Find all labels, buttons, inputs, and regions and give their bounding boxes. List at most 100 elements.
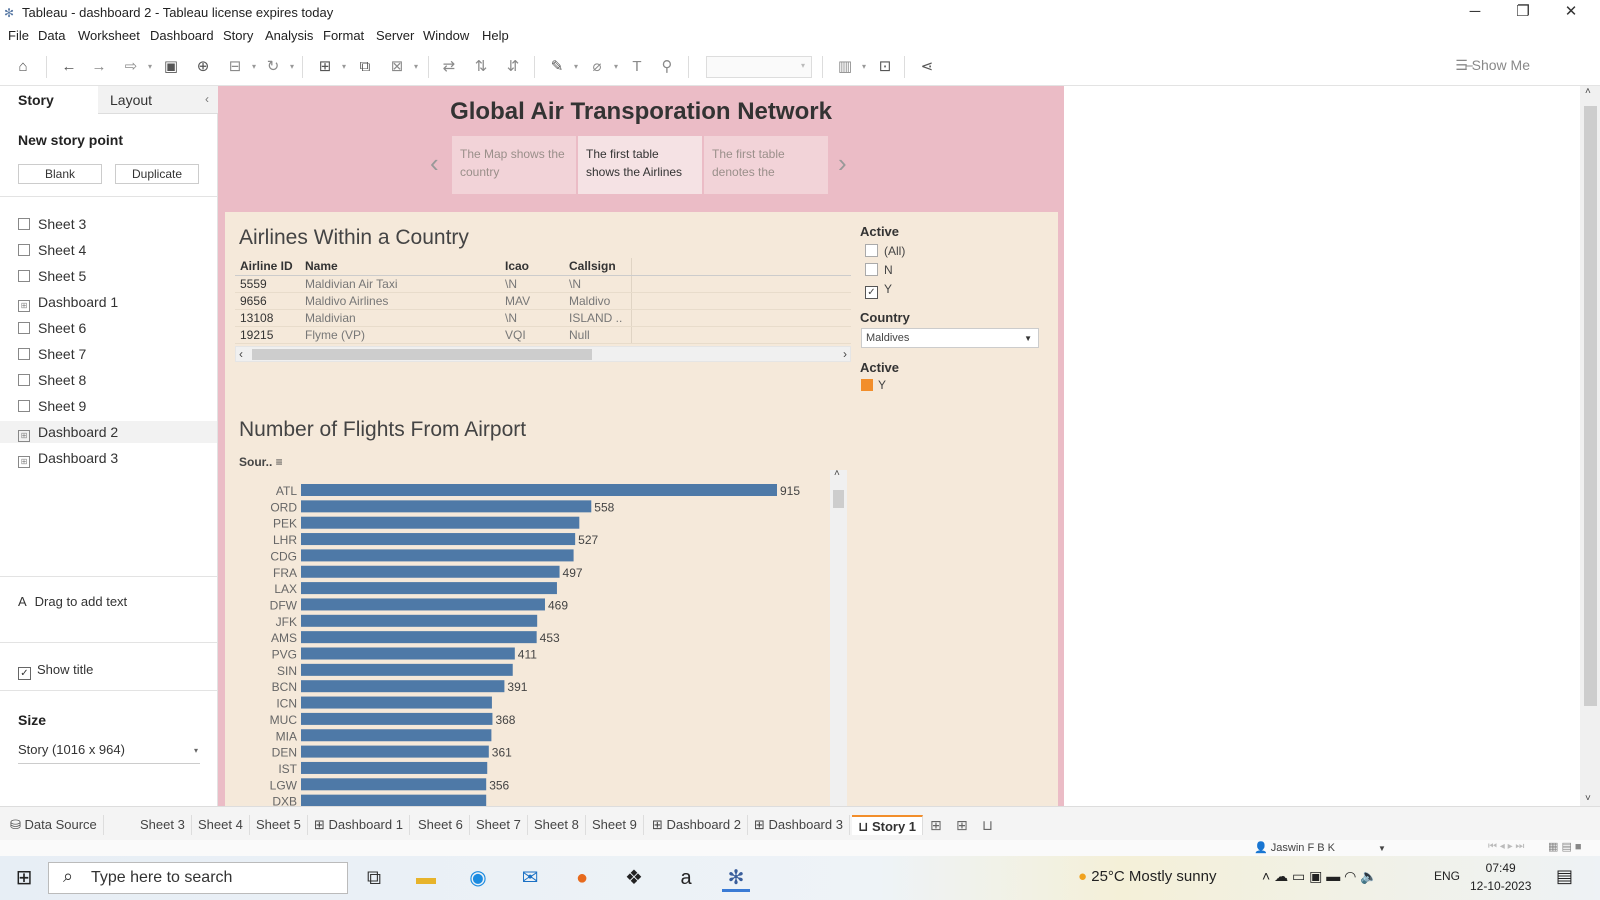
bar[interactable] [301, 500, 592, 513]
table-row[interactable]: 5559 Maldivian Air Taxi \N \N [235, 276, 851, 293]
story-point-1[interactable]: The Map shows the country [452, 136, 576, 194]
tab-layout[interactable]: Layout [98, 86, 218, 114]
clear-sheet-icon[interactable]: ⊠ [386, 57, 408, 77]
notifications-icon[interactable]: ▤ [1556, 866, 1573, 887]
tab-story-1[interactable]: ⊔ Story 1 [852, 815, 924, 835]
sheet-item-sheet-4[interactable]: Sheet 4 [18, 239, 86, 261]
previous-story-point-icon[interactable]: ‹ [430, 148, 439, 179]
view-mode-icons[interactable]: ▦ ▤ ■ [1548, 840, 1582, 853]
menu-worksheet[interactable]: Worksheet [78, 28, 140, 43]
sheet-item-sheet-7[interactable]: Sheet 7 [18, 343, 86, 365]
bar[interactable] [301, 549, 574, 562]
firefox-icon[interactable]: ● [568, 864, 596, 892]
scroll-thumb[interactable] [1584, 106, 1597, 706]
task-view-icon[interactable]: ⧉ [360, 864, 388, 892]
new-dashboard-icon[interactable]: ⊞ [956, 817, 968, 834]
windows-start-icon[interactable]: ⊞ [10, 864, 38, 892]
bar[interactable] [301, 598, 545, 611]
bar[interactable] [301, 663, 513, 676]
table-horizontal-scrollbar[interactable]: ‹ › [235, 346, 851, 362]
table-row[interactable]: 19215 Flyme (VP) VQI Null [235, 327, 851, 344]
share-icon[interactable]: ⋖ [916, 57, 938, 77]
bar[interactable] [301, 614, 538, 627]
clock[interactable]: 07:49 12-10-2023 [1470, 859, 1531, 895]
sheet-item-dashboard-2[interactable]: ⊞ Dashboard 2 [0, 421, 217, 443]
menu-analysis[interactable]: Analysis [265, 28, 313, 43]
tab-sheet-8[interactable]: Sheet 8 [528, 815, 586, 835]
table-row[interactable]: 13108 Maldivian \N ISLAND .. [235, 310, 851, 327]
col-callsign[interactable]: Callsign [569, 259, 616, 273]
user-menu[interactable]: 👤 Jaswin F B K ▼ [1254, 841, 1386, 854]
filter-option-n[interactable]: N [865, 263, 893, 277]
labels-icon[interactable]: T [626, 57, 648, 77]
pin-icon[interactable]: ⚲ [656, 57, 678, 77]
sheet-item-sheet-5[interactable]: Sheet 5 [18, 265, 86, 287]
bar[interactable] [301, 565, 560, 578]
swap-icon[interactable]: ⇄ [438, 57, 460, 77]
menu-data[interactable]: Data [38, 28, 65, 43]
blank-button[interactable]: Blank [18, 164, 102, 184]
new-datasource-icon[interactable]: ⊕ [192, 57, 214, 77]
chart-vertical-scrollbar[interactable]: ˄ [830, 468, 847, 806]
tab-sheet-4[interactable]: Sheet 4 [192, 815, 250, 835]
sheet-item-dashboard-3[interactable]: ⊞ Dashboard 3 [18, 447, 118, 469]
scroll-up-icon[interactable]: ˄ [1585, 86, 1591, 97]
maximize-button[interactable]: ❐ [1500, 0, 1546, 26]
filter-option-all[interactable]: (All) [865, 244, 905, 258]
bar[interactable] [301, 533, 576, 546]
menu-dashboard[interactable]: Dashboard [150, 28, 214, 43]
country-dropdown[interactable]: Maldives ▼ [861, 328, 1039, 348]
sheet-item-sheet-6[interactable]: Sheet 6 [18, 317, 86, 339]
scroll-up-icon[interactable]: ˄ [834, 468, 840, 479]
scroll-thumb[interactable] [252, 349, 592, 360]
menu-story[interactable]: Story [223, 28, 253, 43]
col-airline-id[interactable]: Airline ID [240, 259, 293, 273]
scroll-thumb[interactable] [833, 490, 844, 508]
tab-dashboard-3[interactable]: ⊞ Dashboard 3 [748, 815, 850, 835]
tab-sheet-9[interactable]: Sheet 9 [586, 815, 644, 835]
bar[interactable] [301, 582, 557, 595]
col-icao[interactable]: Icao [505, 259, 529, 273]
legend-item-y[interactable]: Y [861, 378, 886, 392]
chart-type-icon[interactable]: ▥ [834, 57, 856, 77]
size-dropdown[interactable]: Story (1016 x 964) ▾ [18, 742, 200, 764]
dropbox-icon[interactable]: ❖ [620, 864, 648, 892]
highlight-icon[interactable]: ✎ [546, 57, 568, 77]
col-name[interactable]: Name [305, 259, 338, 273]
scroll-down-icon[interactable]: ˅ [1585, 793, 1591, 804]
presentation-icon[interactable]: ⊡ [874, 57, 896, 77]
fit-dropdown[interactable]: ▾ [706, 56, 812, 78]
next-story-point-icon[interactable]: › [838, 148, 847, 179]
menu-window[interactable]: Window [423, 28, 469, 43]
sheet-item-sheet-8[interactable]: Sheet 8 [18, 369, 86, 391]
tab-sheet-3[interactable]: Sheet 3 [134, 815, 192, 835]
scroll-right-icon[interactable]: › [843, 347, 847, 361]
show-title-checkbox[interactable]: ✓ Show title [18, 662, 93, 680]
drag-to-add-text[interactable]: A Drag to add text [18, 594, 127, 609]
menu-file[interactable]: File [8, 28, 29, 43]
menu-help[interactable]: Help [482, 28, 509, 43]
redo-icon[interactable]: → [88, 57, 110, 77]
menu-format[interactable]: Format [323, 28, 364, 43]
tableau-taskbar-icon[interactable]: ✻ [722, 864, 750, 892]
bar[interactable] [301, 631, 537, 644]
duplicate-sheet-icon[interactable]: ⧉ [354, 57, 376, 77]
taskbar-search-input[interactable]: ⌕ Type here to search [48, 862, 348, 894]
close-button[interactable]: ✕ [1548, 0, 1594, 26]
bar[interactable] [301, 696, 492, 709]
bar[interactable] [301, 794, 487, 806]
bar[interactable] [301, 778, 487, 791]
tab-sheet-5[interactable]: Sheet 5 [250, 815, 308, 835]
bar[interactable] [301, 761, 488, 774]
group-icon[interactable]: ⌀ [586, 57, 608, 77]
collapse-panel-icon[interactable]: ‹ [205, 92, 209, 106]
tab-sheet-6[interactable]: Sheet 6 [412, 815, 470, 835]
sort-asc-icon[interactable]: ⇅ [470, 57, 492, 77]
duplicate-button[interactable]: Duplicate [115, 164, 199, 184]
bar[interactable] [301, 516, 580, 529]
navigation-arrows-icon[interactable]: ⏮ ◂ ▸ ⏭ [1488, 841, 1524, 852]
refresh-icon[interactable]: ↻ [262, 57, 284, 77]
edge-icon[interactable]: ◉ [464, 864, 492, 892]
bar[interactable] [301, 647, 515, 660]
menu-server[interactable]: Server [376, 28, 414, 43]
